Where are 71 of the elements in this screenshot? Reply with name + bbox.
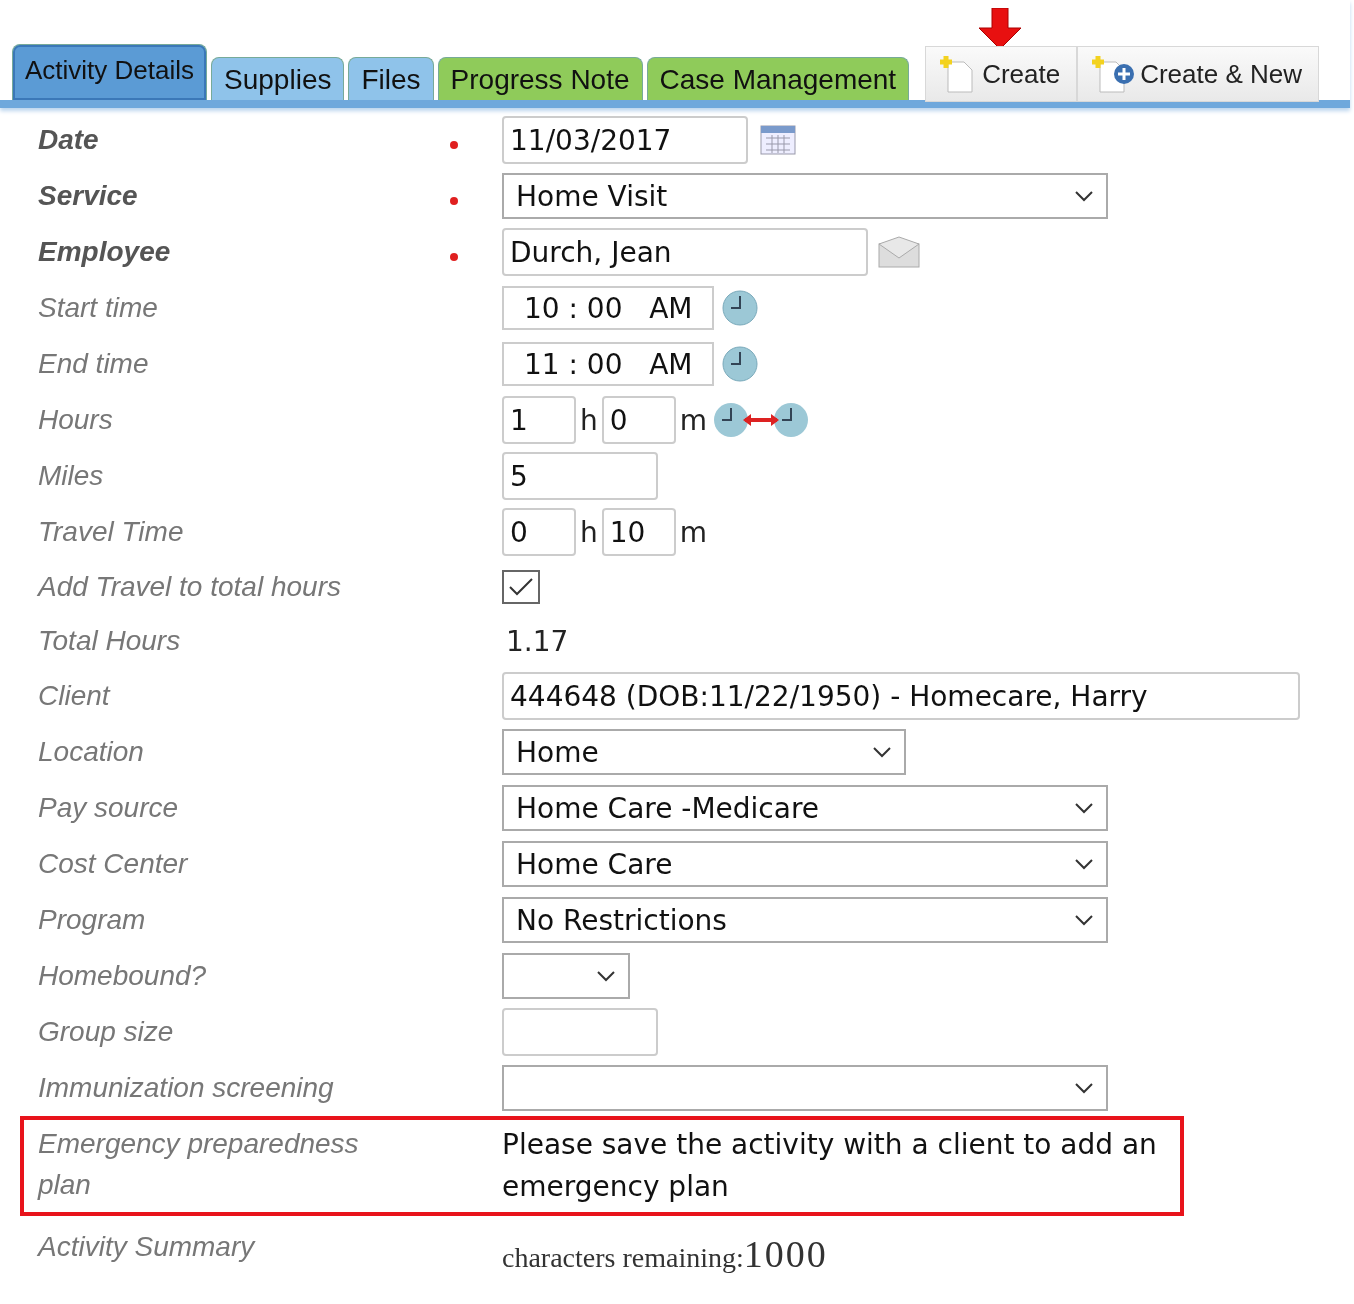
- check-icon: [508, 577, 534, 597]
- field-label: Program: [37, 902, 147, 937]
- chevron-down-icon: [1074, 914, 1094, 926]
- client-field[interactable]: 444648 (DOB:11/22/1950) - Homecare, Harry: [502, 672, 1300, 720]
- tab[interactable]: Activity Details: [12, 44, 208, 100]
- field-label: Group size: [37, 1014, 175, 1049]
- dropdown[interactable]: No Restrictions: [502, 897, 1108, 943]
- chevron-down-icon: [1074, 858, 1094, 870]
- field-label: End time: [37, 346, 150, 381]
- dropdown[interactable]: [502, 1065, 1108, 1111]
- dropdown-value: Home Care -Medicare: [516, 791, 820, 825]
- dropdown-value: Home: [516, 735, 599, 769]
- dropdown-value: No Restrictions: [516, 903, 727, 937]
- field-label: Emergency preparedness plan: [36, 1127, 360, 1202]
- chevron-down-icon: [872, 746, 892, 758]
- chevron-down-icon: [1074, 802, 1094, 814]
- create-button[interactable]: Create: [925, 46, 1078, 102]
- dropdown-value: Home Care: [516, 847, 673, 881]
- unit-label: h: [580, 515, 598, 549]
- total-hours-value: 1.17: [505, 624, 569, 658]
- field-label: Homebound?: [37, 958, 208, 993]
- field-label: Date: [37, 122, 100, 157]
- unit-label: h: [580, 403, 598, 437]
- time-field[interactable]: 10 : 00 AM: [502, 286, 714, 330]
- tab[interactable]: Progress Note: [437, 57, 643, 100]
- dropdown[interactable]: Home Visit: [502, 173, 1108, 219]
- field-label: Activity Summary: [36, 1229, 257, 1264]
- hours-field[interactable]: 1: [502, 396, 576, 444]
- checkbox[interactable]: [502, 570, 540, 604]
- new-document-icon: [1090, 54, 1137, 94]
- field-label: Cost Center: [37, 846, 190, 881]
- field-label: Hours: [37, 402, 114, 437]
- time-field[interactable]: 11 : 00 AM: [502, 342, 714, 386]
- chevron-down-icon: [1074, 190, 1094, 202]
- field-label: Client: [37, 678, 112, 713]
- field-label: Add Travel to total hours: [36, 569, 342, 604]
- field-label: Employee: [37, 234, 172, 269]
- tab[interactable]: Case Management: [646, 57, 910, 100]
- characters-remaining-label: characters remaining:1000: [502, 1232, 828, 1276]
- envelope-icon[interactable]: [878, 236, 920, 268]
- minutes-field[interactable]: 10: [601, 508, 676, 556]
- tab[interactable]: Supplies: [211, 57, 345, 100]
- dropdown[interactable]: Home: [502, 729, 906, 775]
- dropdown[interactable]: Home Care: [502, 841, 1108, 887]
- clock-icon[interactable]: [720, 346, 760, 382]
- hours-field[interactable]: 0: [502, 508, 576, 556]
- info-message: Please save the activity with a client to add an emergency plan: [502, 1127, 1158, 1205]
- minutes-field[interactable]: 0: [601, 396, 676, 444]
- dropdown[interactable]: [502, 953, 630, 999]
- field-label: Start time: [37, 290, 159, 325]
- tab[interactable]: Files: [348, 57, 434, 100]
- text-field[interactable]: 5: [502, 452, 658, 500]
- create-button[interactable]: Create & New: [1077, 46, 1319, 102]
- field-label: Service: [37, 178, 139, 213]
- date-field[interactable]: 11/03/2017: [502, 116, 748, 164]
- chevron-down-icon: [1074, 1082, 1094, 1094]
- clock-icon[interactable]: [720, 290, 760, 326]
- unit-label: m: [679, 403, 708, 437]
- field-label: Immunization screening: [37, 1070, 335, 1105]
- calendar-icon[interactable]: [760, 124, 796, 156]
- field-label: Travel Time: [37, 514, 185, 549]
- field-label: Total Hours: [37, 623, 182, 658]
- field-label: Pay source: [37, 790, 180, 825]
- field-label: Miles: [37, 458, 105, 493]
- chevron-down-icon: [596, 970, 616, 982]
- field-label: Location: [37, 734, 145, 769]
- dropdown-value: Home Visit: [516, 179, 668, 213]
- unit-label: m: [679, 515, 708, 549]
- text-field[interactable]: [502, 1008, 658, 1056]
- dropdown[interactable]: Home Care -Medicare: [502, 785, 1108, 831]
- employee-field[interactable]: Durch, Jean: [502, 228, 868, 276]
